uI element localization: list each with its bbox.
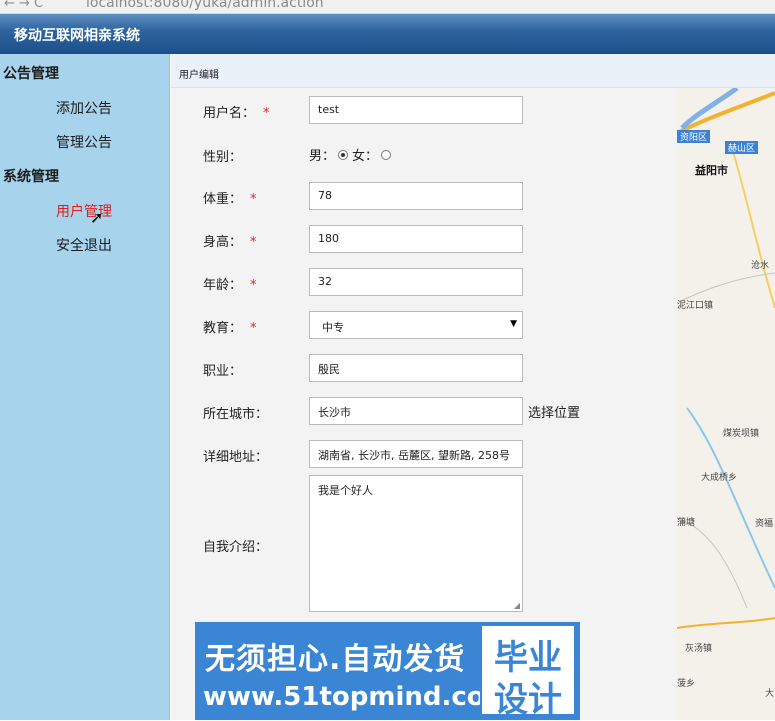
required-mark: *	[250, 192, 257, 207]
gender-male-label: 男：	[309, 149, 336, 164]
watermark-url: www.51topmind.com	[203, 682, 512, 712]
location-map[interactable]: 资阳区 赫山区 益阳市 沧水 泥江口镇 煤炭坝镇 大成桥乡 蒲塘 资福 灰汤镇 …	[677, 88, 775, 720]
intro-label: 自我介绍：	[203, 540, 269, 555]
required-mark: *	[250, 321, 257, 336]
map-label: 益阳市	[695, 164, 728, 177]
occupation-field[interactable]: 殷民	[309, 354, 523, 382]
main-content	[171, 54, 677, 720]
browser-url[interactable]: localhost:8080/yuka/admin.action	[86, 0, 324, 11]
city-label: 所在城市：	[203, 407, 269, 422]
map-label: 灰汤镇	[685, 644, 713, 654]
sidebar-group-announcements: 公告管理	[3, 66, 59, 82]
required-mark: *	[263, 106, 270, 121]
sidebar-group-system: 系统管理	[3, 169, 59, 185]
address-label: 详细地址：	[203, 450, 269, 465]
gender-female-radio[interactable]	[381, 150, 392, 160]
map-label: 煤炭坝镇	[723, 429, 760, 439]
intro-text: 我是个好人	[318, 484, 373, 497]
gender-radio-group: 男： 女：	[309, 145, 395, 164]
mouse-cursor-icon: ➚	[90, 208, 104, 227]
select-location-link[interactable]: 选择位置	[528, 402, 580, 421]
map-label: 菠乡	[677, 679, 696, 689]
username-label: 用户名： *	[203, 106, 270, 121]
map-label: 资阳区	[677, 130, 711, 143]
gender-female-label: 女：	[352, 149, 379, 164]
map-label: 沧水	[751, 261, 770, 271]
app-title: 移动互联网相亲系统	[14, 28, 140, 44]
occupation-label: 职业：	[203, 364, 243, 379]
map-label: 泥江口镇	[677, 301, 714, 311]
height-label: 身高： *	[203, 235, 257, 250]
weight-label: 体重： *	[203, 192, 257, 207]
map-label: 大	[765, 689, 775, 699]
height-field[interactable]: 180	[309, 225, 523, 253]
map-label: 资福	[755, 519, 774, 529]
city-field[interactable]: 长沙市	[309, 397, 523, 425]
sidebar	[0, 54, 170, 720]
watermark-logo-bottom: 设计	[494, 680, 562, 720]
app-header: 移动互联网相亲系统	[0, 14, 775, 54]
chevron-down-icon: ▼	[510, 319, 517, 329]
page-title: 用户编辑	[179, 70, 219, 81]
education-selected-value: 中专	[322, 321, 344, 334]
education-select[interactable]: 中专 ▼	[309, 311, 523, 339]
required-mark: *	[250, 235, 257, 250]
gender-label: 性别：	[203, 150, 243, 165]
age-field[interactable]: 32	[309, 268, 523, 296]
map-label: 大成桥乡	[701, 473, 738, 483]
sidebar-item-manage-announcements[interactable]: 管理公告	[56, 132, 112, 152]
map-label: 赫山区	[725, 141, 759, 154]
resize-handle-icon[interactable]: ◢	[514, 601, 520, 610]
intro-textarea[interactable]: 我是个好人 ◢	[309, 475, 523, 612]
required-mark: *	[250, 278, 257, 293]
sidebar-item-add-announcement[interactable]: 添加公告	[56, 98, 112, 118]
browser-address-bar: ← → C localhost:8080/yuka/admin.action	[0, 0, 775, 14]
education-label: 教育： *	[203, 321, 257, 336]
gender-male-radio[interactable]	[338, 150, 349, 160]
browser-nav-buttons[interactable]: ← → C	[4, 0, 43, 11]
watermark-banner: 无须担心.自动发货 www.51topmind.com 毕业 设计	[195, 622, 580, 720]
watermark-slogan: 无须担心.自动发货	[205, 642, 466, 677]
weight-field[interactable]: 78	[309, 182, 523, 210]
breadcrumb: 用户编辑	[171, 54, 775, 88]
sidebar-item-user-management[interactable]: 用户管理	[56, 201, 112, 221]
watermark-logo: 毕业 设计	[480, 624, 576, 720]
address-field[interactable]: 湖南省, 长沙市, 岳麓区, 望新路, 258号	[309, 440, 523, 468]
map-roads	[677, 88, 775, 629]
age-label: 年龄： *	[203, 278, 257, 293]
sidebar-item-logout[interactable]: 安全退出	[56, 235, 112, 255]
map-label: 蒲塘	[677, 518, 696, 528]
username-field[interactable]: test	[309, 96, 523, 124]
